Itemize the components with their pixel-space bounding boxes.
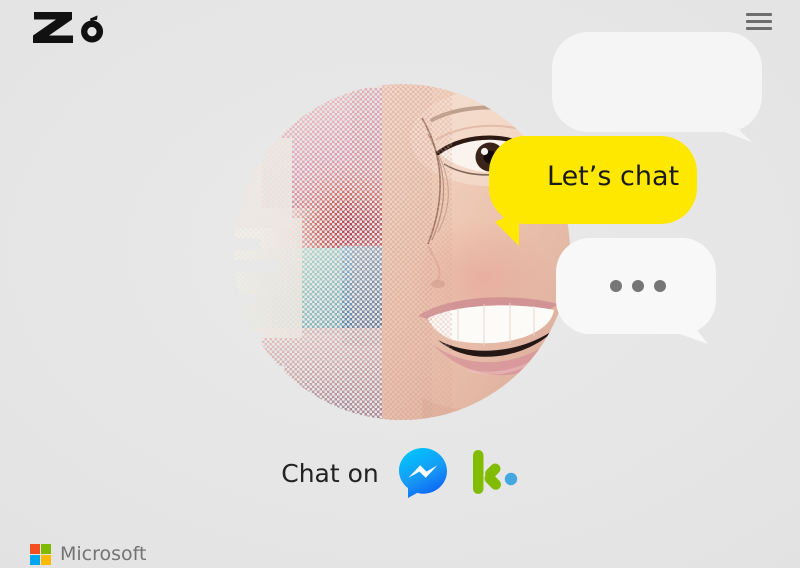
kik-icon[interactable]	[467, 447, 519, 499]
chat-on-row: Chat on	[0, 447, 800, 499]
facebook-messenger-icon[interactable]	[397, 447, 449, 499]
microsoft-logo[interactable]: Microsoft	[30, 544, 146, 565]
hero-portrait	[232, 78, 572, 426]
microsoft-logo-tiles	[30, 544, 51, 565]
ms-tile-yellow	[41, 555, 51, 565]
hamburger-line	[746, 13, 772, 16]
chat-bubble-lets-chat[interactable]: Let’s chat	[489, 136, 697, 248]
ms-tile-blue	[30, 555, 40, 565]
ms-tile-green	[41, 544, 51, 554]
chat-bubble-empty-top	[552, 32, 762, 142]
zo-logo[interactable]: Zo	[30, 6, 150, 48]
page-stage: Zo	[0, 0, 800, 568]
hamburger-line	[746, 27, 772, 30]
chat-on-label: Chat on	[281, 458, 379, 488]
chat-bubble-typing	[556, 238, 716, 346]
hamburger-line	[746, 20, 772, 23]
ms-tile-red	[30, 544, 40, 554]
chat-bubble-text: Let’s chat	[547, 161, 680, 192]
microsoft-wordmark: Microsoft	[60, 543, 147, 565]
